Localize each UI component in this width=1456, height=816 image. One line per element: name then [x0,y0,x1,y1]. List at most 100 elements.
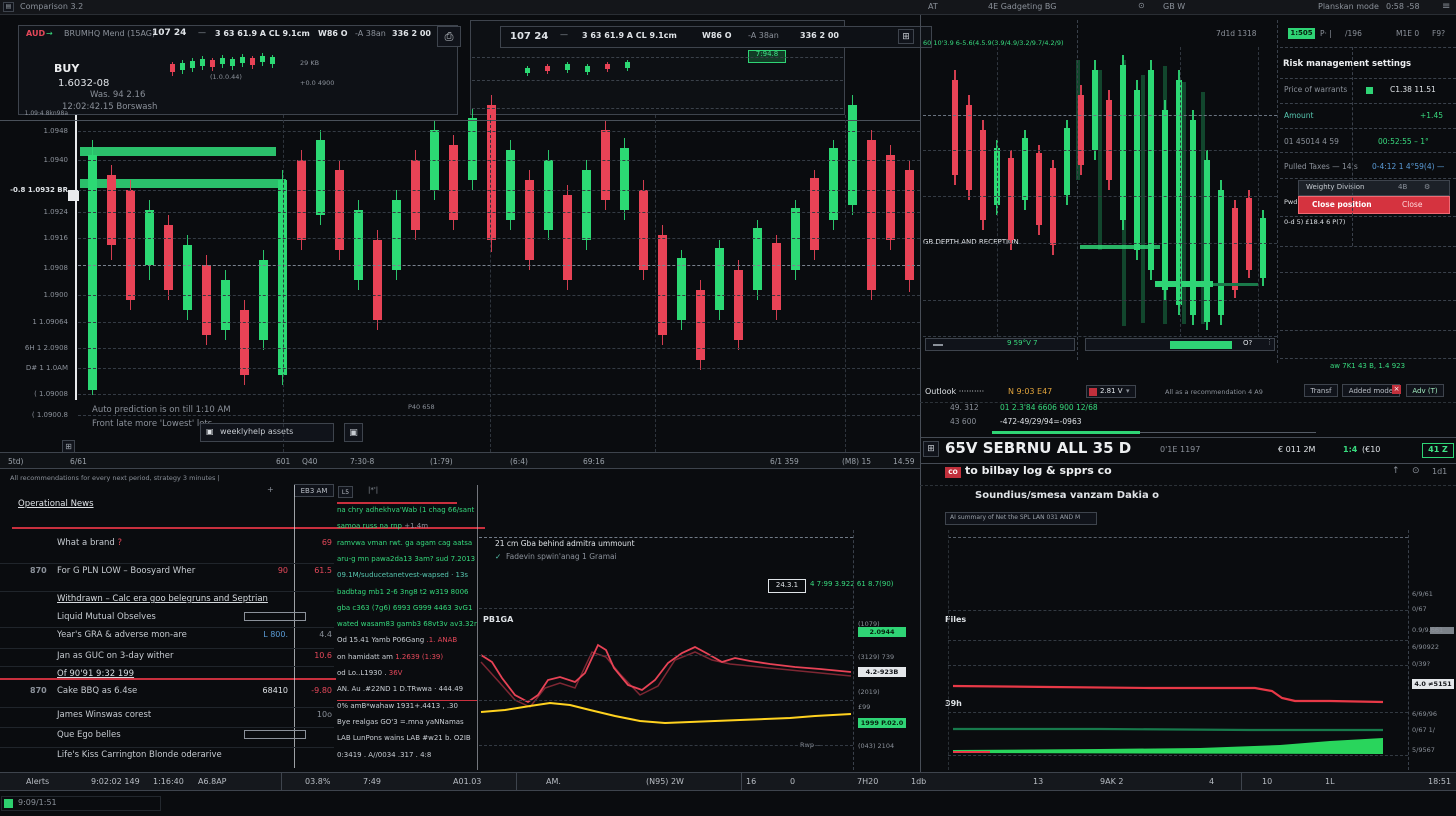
risk-equity-fill-line [953,738,1383,754]
gridline [923,336,1277,337]
rtoolbar-green-badge[interactable]: 1:505 [1288,28,1315,39]
table-row[interactable]: Of 90'91 9:32 199 [0,666,334,680]
candle-wick [814,170,816,260]
candle-wick [968,95,970,200]
outlook-time: N 9:03 E47 [1008,388,1052,397]
upload-icon[interactable]: ↑ [1392,467,1400,477]
toolbar-value-1[interactable]: 107 24 [510,31,548,42]
row-progress-bar [244,730,306,739]
list-item[interactable]: AN. Au .#22ND 1 D.TRwwa · 444.49 [337,685,477,701]
candle-wick [415,150,417,240]
gridline [923,300,1277,301]
status-item: AM. [546,777,561,786]
hamburger-icon[interactable]: ≡ [1442,1,1450,12]
menu-icon[interactable]: ▤ [3,2,14,12]
search-icon[interactable]: ⊙ [1412,467,1420,477]
toolbar-value-4[interactable]: -A 38an [748,32,779,41]
candle-wick [833,140,835,230]
right-slider-fill[interactable] [1170,341,1232,349]
printer-icon[interactable]: ⎙ [437,26,461,47]
row-label: Que Ego belles [57,730,121,740]
list-item[interactable]: 0:3419 . A//0034 .317 . 4:8 [337,751,477,766]
table-row[interactable]: Que Ego belles [0,727,334,748]
list-item[interactable]: badbtag mb1 2-6 3ng8 t2 w319 8006 [337,588,477,603]
gridline [1280,128,1456,129]
list-item[interactable]: Bye realgas GO'3 =.mna yaNNamas [337,718,477,733]
axis-tick-label: £99 [858,703,870,711]
left-slider-handle[interactable] [933,344,943,346]
chevron-down-icon[interactable]: ▾ [1126,388,1130,396]
warrant-icon [1366,87,1373,94]
instrument-price: 1.6032-08 [58,78,109,89]
bell-icon[interactable]: ⊙ [1138,2,1145,11]
transfer-button[interactable]: Transf [1304,384,1338,397]
outlook-tag-value: 2.81 V [1100,388,1123,396]
row-label: Liquid Mutual Obselves [57,612,156,622]
added-mode-close-icon[interactable]: × [1392,385,1401,394]
feed-chart-divider [477,485,478,770]
topbar-item-mode[interactable]: Planskan mode [1318,3,1379,12]
gridline [1280,216,1456,217]
adv-button[interactable]: Adv (T) [1406,384,1444,397]
more-dots-icon[interactable]: ⋮ [1266,339,1273,347]
symbol-title[interactable]: 65V SEBRNU ALL 35 D [945,440,1131,457]
feed-controls[interactable]: |*'| [368,487,378,495]
depth-volume-tail [1213,283,1258,286]
candle-wick [1052,160,1054,255]
list-item[interactable]: Od 15.41 Yamb P06Gang .1. ANAB [337,636,477,651]
ops-badge[interactable]: EB3 AM [294,484,334,497]
candle-wick [738,260,740,350]
row-value-1: 90 [240,566,288,575]
feed-filter-button[interactable]: L5 [338,486,353,498]
candle-body [392,200,401,270]
ops-title[interactable]: Operational News [18,500,94,509]
table-row[interactable]: Jan as GUC on 3-day wither10.6 [0,648,334,667]
gridline [78,368,920,369]
table-row[interactable]: James Winswas corest10o [0,707,334,728]
feed-right-value: +1.4m [402,522,428,530]
ops-plus[interactable]: + [267,486,274,495]
left-slider-track[interactable] [925,338,1075,351]
axis-tick-label: 5/9567 [1412,746,1435,754]
grid-view-icon[interactable]: ⊞ [898,29,914,44]
candle-wick [852,95,854,215]
toolbar-value-2[interactable]: 3 63 61.9 A CL 9.1cm [582,32,677,41]
row-label: Of 90'91 9:32 199 [57,669,134,679]
list-item[interactable]: 09.1M/suducetanetvest-wapsed · 13s [337,571,477,586]
axis-marker[interactable] [68,190,79,201]
price-axis-label: ( 1.0900.8 [0,411,68,419]
list-item[interactable]: samoa russ na rnp +1.4m [337,522,477,537]
log-interval-button[interactable]: 1d1 [1432,468,1447,477]
table-row[interactable]: Year's GRA & adverse mon-areL 800.4.4 [0,627,334,649]
topbar-item-gadgeting[interactable]: 4E Gadgeting BG [988,3,1056,12]
gridline [845,115,846,452]
app-title: Comparison 3.2 [20,3,83,12]
list-item[interactable]: gba c363 (7g6) 6993 G999 4463 3vG1 [337,604,477,619]
copy-icon[interactable]: ▣ [344,423,363,442]
list-item[interactable]: aru-g mn pawa2da13 3am? sud 7.2013 [337,555,477,570]
gridline [283,115,284,452]
list-item[interactable]: wated wasam83 gamb3 68vt3v av3.32n [337,620,477,635]
toolbar-value-5[interactable]: 336 2 00 [800,32,839,41]
row-value-1: 68410 [240,686,288,695]
candle-body [677,258,686,320]
list-item[interactable]: od Lo..L1930 . 36V [337,669,477,684]
candle-body [1260,218,1266,278]
gear-icon[interactable]: ⚙ [1424,184,1430,192]
toolbar-value-3[interactable]: W86 O [702,32,732,41]
table-row[interactable]: Withdrawn – Calc era goo belegruns and S… [0,591,334,609]
list-item[interactable]: 0% amB*wahaw 1931+.4413 , .30 [337,702,477,717]
table-row[interactable]: What a brand ?69 [0,535,334,564]
list-item[interactable]: ramvwa vman rwt. ga agam cag aatsa [337,539,477,554]
table-row[interactable]: 870Cake BBQ as 6.4se68410-9.80 [0,683,334,708]
list-item[interactable]: LAB LunPons wains LAB #w21 b. O2IB [337,734,477,749]
table-row[interactable]: Liquid Mutual Obselves [0,609,334,628]
list-item[interactable]: on hamidatt am 1.2639 (1:39) [337,653,477,668]
list-item[interactable]: na chry adhekhva'Wab (1 chag 66/sant [337,506,477,521]
symbol-grid-icon[interactable]: ⊞ [923,441,939,457]
gridline [479,655,853,656]
strategy-price-label: PB1GA [483,616,513,625]
table-row[interactable]: Life's Kiss Carrington Blonde oderarive [0,747,334,767]
table-row[interactable]: 870For G PLN LOW – Boosyard Wher9061.5 [0,563,334,592]
axis-tick-label: (3129) 739 [858,653,894,661]
